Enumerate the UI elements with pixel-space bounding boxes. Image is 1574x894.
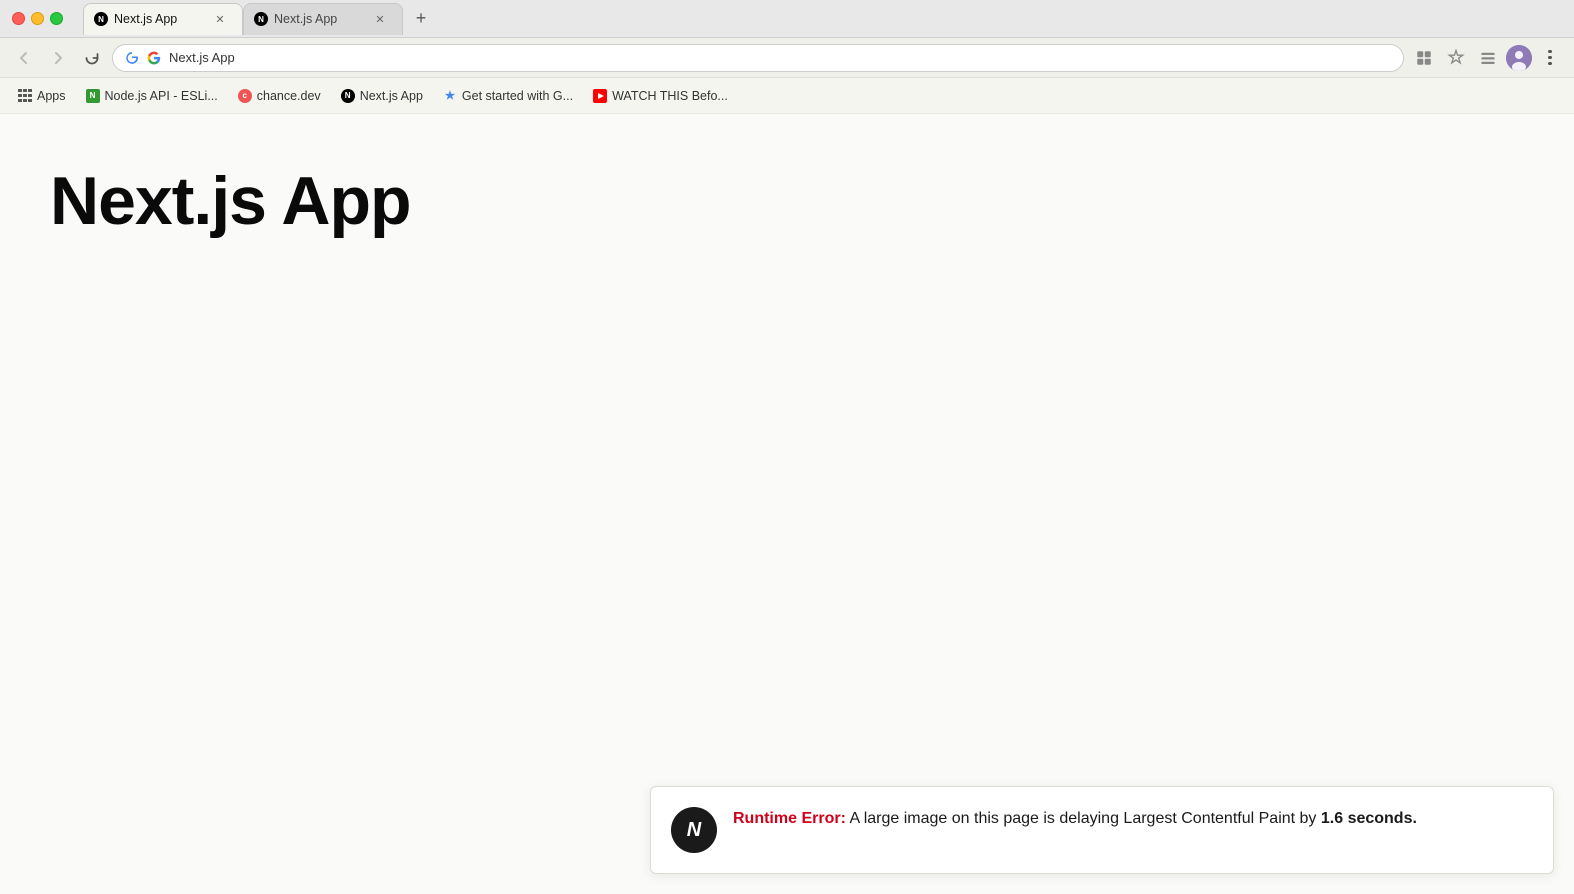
close-button[interactable] — [12, 12, 25, 25]
apps-grid-icon — [18, 89, 32, 103]
getstarted-favicon — [443, 89, 457, 103]
bookmark-apps[interactable]: Apps — [10, 85, 74, 107]
extensions-button[interactable] — [1410, 44, 1438, 72]
error-highlight: 1.6 seconds. — [1321, 810, 1417, 827]
tab-1[interactable]: N Next.js App ✕ — [83, 3, 243, 35]
error-overlay: N Runtime Error: A large image on this p… — [650, 786, 1554, 874]
forward-button[interactable] — [44, 44, 72, 72]
page-heading: Next.js App — [50, 164, 1524, 239]
new-tab-button[interactable]: + — [407, 5, 435, 33]
tab-close-2[interactable]: ✕ — [372, 11, 388, 27]
bookmark-nodejs-label: Node.js API - ESLi... — [105, 89, 218, 103]
bookmark-nextjs[interactable]: N Next.js App — [333, 85, 431, 107]
tab-label-2: Next.js App — [274, 12, 366, 26]
error-message: A large image on this page is delaying L… — [846, 810, 1321, 827]
back-button[interactable] — [10, 44, 38, 72]
tab-close-1[interactable]: ✕ — [212, 11, 228, 27]
nodejs-favicon: N — [86, 89, 100, 103]
tab-favicon-2: N — [254, 12, 268, 26]
bookmark-apps-label: Apps — [37, 89, 66, 103]
favorites-button[interactable] — [1442, 44, 1470, 72]
more-options-button[interactable] — [1536, 44, 1564, 72]
youtube-favicon — [593, 89, 607, 103]
bookmark-watch[interactable]: WATCH THIS Befo... — [585, 85, 736, 107]
nextjs-error-icon: N — [671, 807, 717, 853]
minimize-button[interactable] — [31, 12, 44, 25]
traffic-lights — [12, 12, 63, 25]
bookmark-getstarted[interactable]: Get started with G... — [435, 85, 581, 107]
address-bar[interactable]: Next.js App — [112, 44, 1404, 72]
titlebar: N Next.js App ✕ N Next.js App ✕ + — [0, 0, 1574, 38]
bookmarks-bar: Apps N Node.js API - ESLi... c chance.de… — [0, 78, 1574, 114]
tab-label-1: Next.js App — [114, 12, 206, 26]
tab-favicon-1: N — [94, 12, 108, 26]
bookmark-nextjs-label: Next.js App — [360, 89, 423, 103]
bookmark-getstarted-label: Get started with G... — [462, 89, 573, 103]
bookmark-nodejs[interactable]: N Node.js API - ESLi... — [78, 85, 226, 107]
nav-actions — [1410, 44, 1564, 72]
reload-button[interactable] — [78, 44, 106, 72]
bookmark-watch-label: WATCH THIS Befo... — [612, 89, 728, 103]
error-label: Runtime Error: — [733, 810, 846, 827]
error-text: Runtime Error: A large image on this pag… — [733, 807, 1417, 831]
profile-avatar[interactable] — [1506, 45, 1532, 71]
url-text: Next.js App — [169, 50, 1391, 65]
google-icon — [125, 51, 139, 65]
page-content: Next.js App N Runtime Error: A large ima… — [0, 114, 1574, 894]
bookmark-chance-label: chance.dev — [257, 89, 321, 103]
tabs-bar: N Next.js App ✕ N Next.js App ✕ + — [83, 3, 1562, 35]
google-g-icon — [147, 51, 161, 65]
maximize-button[interactable] — [50, 12, 63, 25]
nextjs-favicon: N — [341, 89, 355, 103]
chance-favicon: c — [238, 89, 252, 103]
tab-2[interactable]: N Next.js App ✕ — [243, 3, 403, 35]
bookmark-chance[interactable]: c chance.dev — [230, 85, 329, 107]
more-dots-icon — [1548, 50, 1552, 66]
nav-bar: Next.js App — [0, 38, 1574, 78]
tab-groups-button[interactable] — [1474, 44, 1502, 72]
